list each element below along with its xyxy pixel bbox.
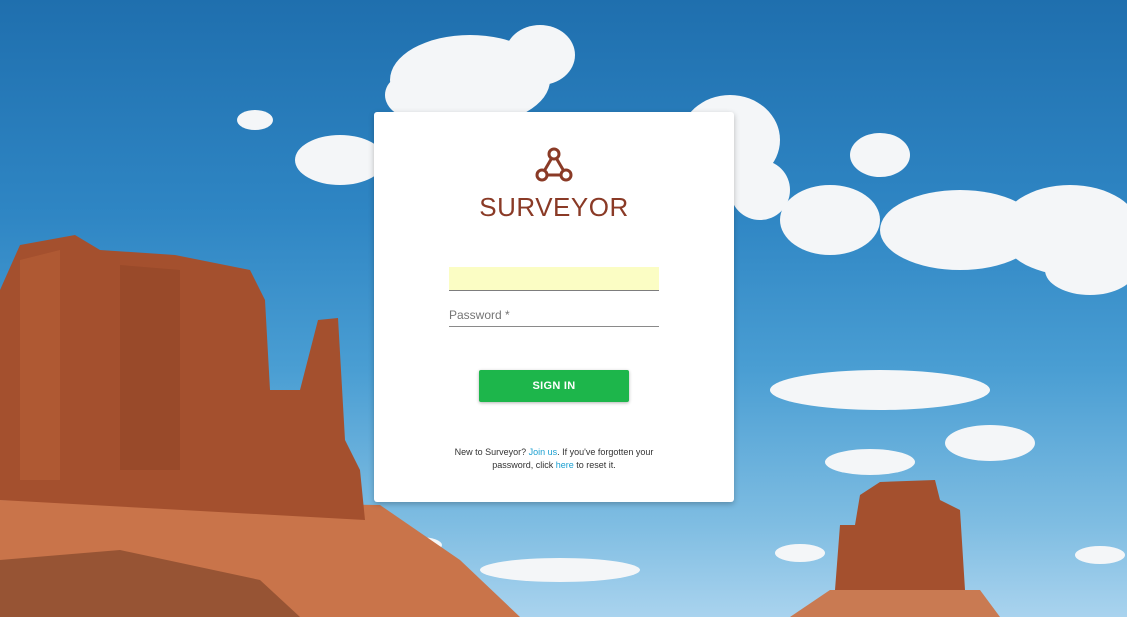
username-field[interactable] [449, 267, 659, 291]
molecule-triangle-icon [535, 147, 573, 182]
app-title: SURVEYOR [479, 192, 629, 222]
reset-password-link[interactable]: here [556, 460, 574, 470]
password-input[interactable] [449, 304, 659, 326]
password-field[interactable] [449, 304, 659, 327]
help-text-end: to reset it. [573, 460, 616, 470]
login-card: SURVEYOR SIGN IN New to Surveyor? Join u… [374, 112, 734, 502]
help-text: New to Surveyor? Join us. If you've forg… [434, 446, 674, 472]
sign-in-button[interactable]: SIGN IN [479, 370, 629, 402]
join-us-link[interactable]: Join us [529, 447, 558, 457]
username-input[interactable] [449, 267, 659, 290]
help-text-intro: New to Surveyor? [454, 447, 529, 457]
